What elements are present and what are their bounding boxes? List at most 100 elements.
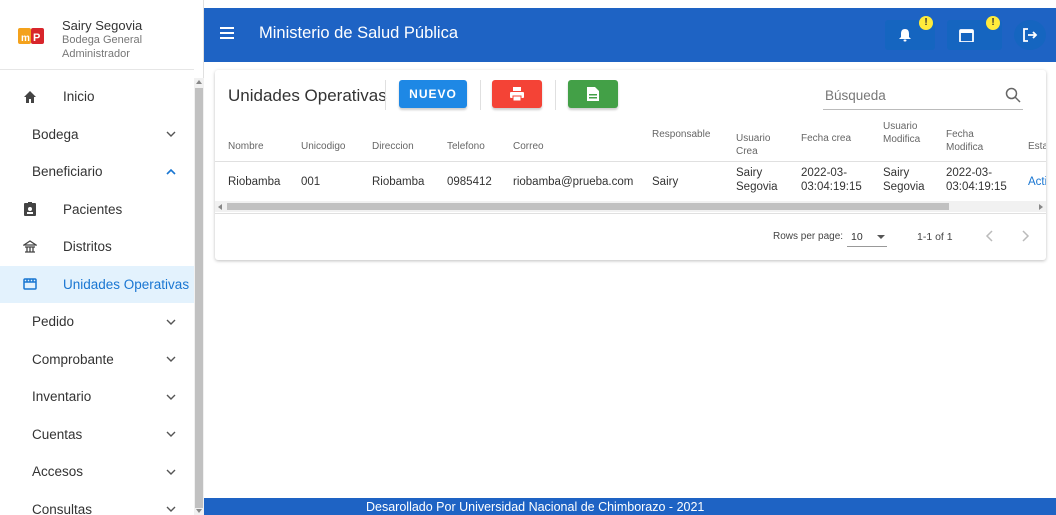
bank-icon bbox=[22, 239, 38, 255]
cell-line: 03:04:19:15 bbox=[946, 181, 1007, 193]
chevron-down-icon bbox=[166, 131, 176, 138]
sidebar-group-pedido[interactable]: Pedido bbox=[0, 303, 194, 341]
sidebar-group-bodega[interactable]: Bodega bbox=[0, 116, 194, 154]
search-input[interactable]: Búsqueda bbox=[825, 88, 886, 103]
column-header[interactable]: Fecha Modifica bbox=[946, 128, 983, 154]
calendar-icon bbox=[959, 29, 974, 42]
sidebar-item-label: Accesos bbox=[32, 464, 84, 480]
svg-text:m: m bbox=[21, 33, 30, 44]
table-row[interactable]: Riobamba 001 Riobamba 0985412 riobamba@p… bbox=[215, 162, 1046, 198]
cell-line: Sairy bbox=[736, 167, 763, 179]
app-bar: Ministerio de Salud Pública ! ! bbox=[204, 8, 1056, 62]
user-name: Sairy Segovia bbox=[62, 18, 143, 33]
printer-icon bbox=[510, 87, 524, 101]
sidebar-item-label: Pacientes bbox=[63, 201, 123, 217]
column-header[interactable]: Direccion bbox=[372, 140, 414, 153]
scroll-left-arrow-icon[interactable] bbox=[218, 204, 222, 210]
user-location: Bodega General bbox=[62, 34, 143, 46]
table-pagination: Rows per page: 10 1-1 of 1 bbox=[215, 213, 1046, 260]
logout-icon bbox=[1023, 28, 1038, 42]
sidebar-group-beneficiario[interactable]: Beneficiario bbox=[0, 153, 194, 191]
cell-correo: riobamba@prueba.com bbox=[513, 176, 634, 188]
sidebar-item-label: Inicio bbox=[63, 89, 95, 105]
column-header[interactable]: Esta bbox=[1028, 140, 1046, 153]
calendar-button[interactable]: ! bbox=[947, 16, 1002, 50]
user-profile: m P Sairy Segovia Bodega General Adminis… bbox=[0, 0, 194, 70]
export-button[interactable] bbox=[568, 80, 618, 108]
sidebar-group-inventario[interactable]: Inventario bbox=[0, 378, 194, 416]
chevron-down-icon bbox=[166, 356, 176, 363]
sidebar-menu: Inicio Bodega Beneficiario Pacientes Dis… bbox=[0, 78, 194, 515]
document-icon bbox=[587, 87, 599, 101]
next-page-icon[interactable] bbox=[1016, 227, 1034, 245]
cell-nombre: Riobamba bbox=[228, 176, 281, 188]
search-field[interactable]: Búsqueda bbox=[823, 84, 1023, 110]
pagination-range: 1-1 of 1 bbox=[917, 231, 953, 243]
sidebar-item-inicio[interactable]: Inicio bbox=[0, 78, 194, 116]
column-header[interactable]: Telefono bbox=[447, 140, 485, 153]
sidebar-group-comprobante[interactable]: Comprobante bbox=[0, 341, 194, 379]
cell-estado[interactable]: Acti bbox=[1028, 175, 1046, 189]
search-icon[interactable] bbox=[1005, 87, 1021, 103]
new-button[interactable]: NUEVO bbox=[399, 80, 467, 108]
column-header[interactable]: Correo bbox=[513, 140, 544, 153]
column-header[interactable]: Responsable bbox=[652, 128, 710, 141]
cell-unicodigo: 001 bbox=[301, 176, 321, 188]
sidebar-scrollbar[interactable] bbox=[194, 78, 204, 515]
sidebar-group-accesos[interactable]: Accesos bbox=[0, 453, 194, 491]
column-header[interactable]: Unicodigo bbox=[301, 140, 345, 153]
chevron-up-icon bbox=[166, 168, 176, 175]
column-header-line: Usuario bbox=[883, 121, 918, 132]
storefront-icon bbox=[22, 276, 38, 292]
cell-line: Segovia bbox=[736, 181, 778, 193]
sidebar-group-consultas[interactable]: Consultas bbox=[0, 491, 194, 515]
print-button[interactable] bbox=[492, 80, 542, 108]
column-header-line: Modifica bbox=[946, 142, 984, 153]
sidebar-group-cuentas[interactable]: Cuentas bbox=[0, 416, 194, 454]
sidebar-item-unidades-operativas[interactable]: Unidades Operativas bbox=[0, 265, 194, 303]
cell-fecha-crea: 2022-03- 03:04:19:15 bbox=[801, 166, 862, 194]
bell-icon bbox=[899, 29, 911, 42]
cell-usuario-modifica: Sairy Segovia bbox=[883, 166, 925, 194]
notification-badge: ! bbox=[919, 16, 933, 30]
column-header[interactable]: Usuario Modifica bbox=[883, 120, 920, 146]
sidebar: m P Sairy Segovia Bodega General Adminis… bbox=[0, 0, 204, 515]
rows-per-page-select[interactable]: 10 bbox=[847, 227, 887, 247]
scroll-right-arrow-icon[interactable] bbox=[1039, 204, 1043, 210]
page-footer: Desarollado Por Universidad Nacional de … bbox=[204, 498, 1056, 515]
notifications-button[interactable]: ! bbox=[885, 16, 935, 50]
column-header-line: Crea bbox=[736, 146, 758, 157]
scrollbar-thumb[interactable] bbox=[227, 203, 949, 210]
sidebar-item-label: Consultas bbox=[32, 501, 93, 515]
hamburger-menu-icon[interactable] bbox=[220, 27, 234, 39]
cell-direccion: Riobamba bbox=[372, 176, 425, 188]
cell-fecha-modifica: 2022-03- 03:04:19:15 bbox=[946, 166, 1007, 194]
cell-line: Segovia bbox=[883, 181, 925, 193]
chevron-down-icon bbox=[166, 431, 176, 438]
previous-page-icon[interactable] bbox=[981, 227, 999, 245]
scrollbar-thumb[interactable] bbox=[195, 88, 203, 508]
toolbar-divider bbox=[480, 80, 481, 110]
sidebar-item-label: Comprobante bbox=[32, 351, 114, 367]
chevron-down-icon bbox=[166, 394, 176, 400]
rows-per-page-value: 10 bbox=[851, 231, 863, 243]
footer-text: Desarollado Por Universidad Nacional de … bbox=[366, 500, 705, 514]
column-header[interactable]: Fecha crea bbox=[801, 132, 851, 145]
toolbar-divider bbox=[385, 80, 386, 110]
logout-button[interactable] bbox=[1014, 20, 1046, 50]
card-title: Unidades Operativas bbox=[228, 86, 387, 105]
column-header[interactable]: Usuario Crea bbox=[736, 132, 770, 158]
calendar-badge: ! bbox=[986, 16, 1000, 30]
cell-responsable: Sairy bbox=[652, 176, 679, 188]
rows-per-page-label: Rows per page: bbox=[773, 231, 844, 242]
table-horizontal-scrollbar[interactable] bbox=[215, 201, 1046, 212]
scroll-up-arrow-icon[interactable] bbox=[196, 80, 202, 84]
unidades-operativas-card: Unidades Operativas NUEVO Búsqueda Nombr… bbox=[215, 70, 1046, 260]
svg-text:P: P bbox=[33, 32, 40, 44]
chevron-down-icon bbox=[166, 506, 176, 513]
sidebar-item-distritos[interactable]: Distritos bbox=[0, 228, 194, 266]
column-header[interactable]: Nombre bbox=[228, 140, 264, 153]
scroll-down-arrow-icon[interactable] bbox=[196, 509, 202, 513]
sidebar-item-pacientes[interactable]: Pacientes bbox=[0, 191, 194, 229]
chevron-down-icon bbox=[166, 319, 176, 325]
